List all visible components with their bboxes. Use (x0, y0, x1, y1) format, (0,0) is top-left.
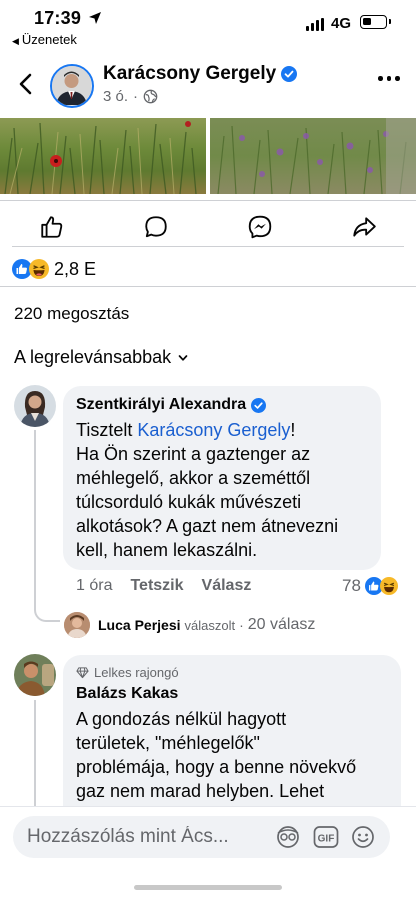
comment-composer: Hozzászólás mint Ács... GIF (0, 806, 416, 900)
haha-reaction-icon (379, 577, 398, 595)
comment-bubble[interactable]: Szentkirályi Alexandra Tisztelt Karácson… (63, 386, 381, 570)
divider-reactions (0, 286, 416, 287)
comment-text: A gondozás nélkül hagyott területek, "mé… (76, 707, 388, 803)
comment-line: Ha Ön szerint a gaztenger az (76, 444, 311, 464)
meta-separator: · (133, 88, 139, 105)
photo-wildflowers[interactable] (210, 118, 416, 194)
share-icon[interactable] (351, 214, 377, 240)
post-meta: 3 ó. · (103, 88, 158, 105)
comment-line: területek, "méhlegelők" (76, 733, 260, 753)
verified-badge-icon (251, 397, 267, 413)
comment-like-button[interactable]: Tetszik (130, 577, 183, 595)
back-to-app-link[interactable]: ◀ Üzenetek (12, 32, 77, 47)
comment-author-name: Szentkirályi Alexandra (76, 396, 247, 413)
comment-line: alkotások? A gazt nem átnevezni (76, 516, 339, 536)
status-bar: 17:39 ◀ Üzenetek 4G (0, 0, 416, 52)
comment-salutation: Tisztelt (76, 420, 138, 440)
page-avatar[interactable] (50, 64, 94, 108)
divider-actions (12, 246, 404, 247)
photo-grass-poppies[interactable] (0, 118, 206, 194)
reply-avatar[interactable] (64, 612, 90, 638)
reaction-summary[interactable]: 2,8 E (12, 256, 96, 282)
cellular-signal-icon (306, 18, 324, 31)
messenger-send-icon[interactable] (247, 214, 273, 240)
back-app-label: Üzenetek (21, 32, 77, 47)
woman-portrait-icon (14, 385, 56, 427)
man-portrait-icon (14, 654, 56, 696)
wildflower-field-image (217, 118, 416, 194)
svg-text:GIF: GIF (318, 834, 335, 845)
reply-author: Luca Perjesi (98, 617, 181, 633)
page-name-text: Karácsony Gergely (103, 63, 277, 84)
comment-time: 1 óra (76, 577, 113, 594)
comment-reaction-count: 78 (342, 576, 361, 595)
comment-actions: 1 óra Tetszik Válasz (76, 577, 251, 595)
back-arrow-icon[interactable] (14, 72, 38, 96)
post-photos[interactable] (0, 118, 416, 194)
status-time: 17:39 (34, 8, 82, 28)
comment-input[interactable]: Hozzászólás mint Ács... GIF (13, 816, 390, 858)
comment-line-first: Tisztelt Karácsony Gergely! (76, 418, 368, 442)
location-arrow-icon (89, 12, 101, 24)
comment-line: A gondozás nélkül hagyott (76, 709, 287, 729)
comment-line: méhlegelő, akkor a szeméttől (76, 468, 311, 488)
comment-input-placeholder: Hozzászólás mint Ács... (27, 826, 229, 847)
reply-action: válaszolt (184, 617, 236, 633)
comment-author[interactable]: Szentkirályi Alexandra (76, 396, 368, 414)
verified-badge-icon (281, 66, 298, 82)
more-options-icon[interactable] (378, 76, 400, 81)
network-type: 4G (331, 15, 352, 32)
divider-top (0, 200, 416, 201)
reply-preview[interactable]: Luca Perjesi válaszolt · 20 válasz (64, 612, 315, 638)
commenter-avatar[interactable] (14, 385, 56, 427)
comment-sort-dropdown[interactable]: A legrelevánsabbak (14, 347, 189, 368)
comment-line: kell, hanem lekaszálni. (76, 540, 258, 560)
haha-reaction-icon (29, 259, 49, 279)
post-action-bar (0, 206, 416, 246)
page-name[interactable]: Karácsony Gergely (103, 63, 298, 85)
comment-exclamation: ! (290, 420, 296, 440)
grass-field-image (4, 121, 197, 194)
reply-separator: · (239, 617, 244, 633)
comment-line: gaz nem marad helyben. Lehet (76, 781, 325, 801)
battery-icon (360, 15, 391, 29)
share-count[interactable]: 220 megosztás (14, 304, 129, 324)
comment-mention-link[interactable]: Karácsony Gergely (137, 420, 290, 440)
fan-badge: Lelkes rajongó (76, 665, 388, 680)
chevron-down-icon (178, 354, 188, 361)
gif-icon[interactable]: GIF (313, 825, 339, 849)
comment-bubble[interactable]: Lelkes rajongó Balázs Kakas A gondozás n… (63, 655, 401, 825)
back-triangle-icon: ◀ (12, 36, 19, 46)
home-indicator (134, 885, 282, 890)
reply-portrait-icon (64, 612, 90, 638)
post-header: Karácsony Gergely 3 ó. · (0, 52, 416, 118)
globe-icon (143, 89, 158, 104)
thread-connector (34, 600, 60, 622)
reply-count: 20 válasz (247, 616, 316, 633)
comment-text: Tisztelt Karácsony Gergely! Ha Ön szerin… (76, 418, 368, 562)
thread-line (34, 700, 36, 806)
comment-author[interactable]: Balázs Kakas (76, 685, 388, 703)
avatar-sticker-icon[interactable] (275, 825, 301, 849)
post-age: 3 ó. (103, 88, 129, 105)
commenter-avatar[interactable] (14, 654, 56, 696)
sort-label: A legrelevánsabbak (14, 347, 172, 367)
diamond-icon (76, 667, 89, 679)
emoji-icon[interactable] (351, 825, 375, 849)
person-portrait-icon (52, 66, 91, 105)
thread-line (34, 430, 36, 602)
comment-icon[interactable] (143, 214, 169, 240)
like-icon[interactable] (39, 214, 65, 240)
comment-author-name: Balázs Kakas (76, 685, 179, 702)
comment-reactions[interactable]: 78 (342, 576, 398, 596)
comment-reply-button[interactable]: Válasz (202, 577, 252, 595)
comment-line: túlcsorduló kukák művészeti (76, 492, 302, 512)
reaction-count: 2,8 E (54, 258, 97, 279)
fan-badge-label: Lelkes rajongó (94, 665, 179, 680)
comment-line: problémája, hogy a benne növekvő (76, 757, 357, 777)
